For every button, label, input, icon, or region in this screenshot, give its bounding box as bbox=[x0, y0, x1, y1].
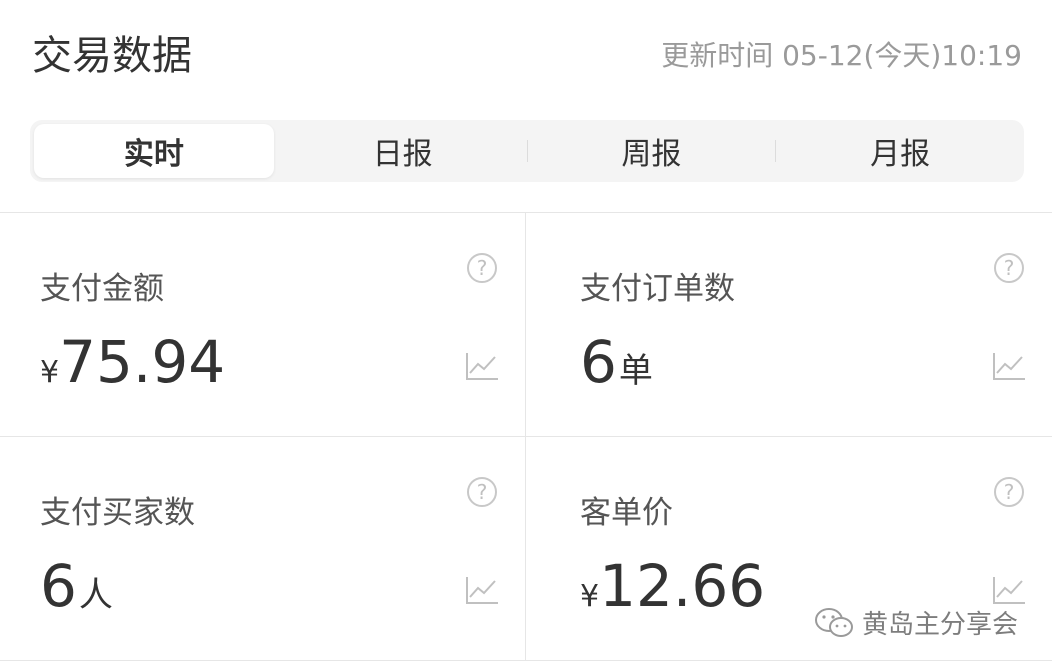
metric-label: 支付订单数 bbox=[580, 271, 735, 307]
line-chart-icon[interactable] bbox=[992, 351, 1026, 381]
period-tabs: 实时 日报 周报 月报 bbox=[30, 120, 1024, 182]
metric-number: 75.94 bbox=[59, 328, 226, 396]
line-chart-icon[interactable] bbox=[992, 575, 1026, 605]
metric-value: 6单 bbox=[580, 327, 653, 412]
metrics-grid: 支付金额 ¥75.94 ? 支付订单数 6单 ? 支付买家数 6人 ? 客单价 … bbox=[0, 212, 1052, 668]
metric-card-buyer-count[interactable]: 支付买家数 6人 ? bbox=[0, 437, 526, 661]
wechat-icon bbox=[814, 607, 853, 637]
currency-symbol: ¥ bbox=[580, 579, 600, 614]
update-time: 更新时间 05-12(今天)10:19 bbox=[661, 39, 1022, 72]
line-chart-icon[interactable] bbox=[465, 351, 499, 381]
tab-daily[interactable]: 日报 bbox=[283, 124, 523, 178]
metric-number: 12.66 bbox=[599, 552, 766, 620]
tab-realtime[interactable]: 实时 bbox=[34, 124, 274, 178]
currency-symbol: ¥ bbox=[40, 355, 60, 390]
metric-label: 支付金额 bbox=[40, 271, 164, 307]
metric-card-payment-amount[interactable]: 支付金额 ¥75.94 ? bbox=[0, 213, 526, 437]
tab-divider bbox=[278, 140, 279, 162]
question-circle-icon[interactable]: ? bbox=[467, 477, 497, 507]
watermark-text: 黄岛主分享会 bbox=[861, 610, 1018, 640]
question-circle-icon[interactable]: ? bbox=[467, 253, 497, 283]
question-circle-icon[interactable]: ? bbox=[994, 253, 1024, 283]
metric-number: 6 bbox=[40, 552, 77, 620]
watermark: 黄岛主分享会 bbox=[814, 604, 1018, 641]
page-title: 交易数据 bbox=[32, 33, 192, 79]
question-circle-icon[interactable]: ? bbox=[994, 477, 1024, 507]
metric-value: ¥75.94 bbox=[40, 327, 227, 412]
metric-unit: 单 bbox=[618, 351, 653, 391]
metric-card-order-count[interactable]: 支付订单数 6单 ? bbox=[526, 213, 1052, 437]
metric-label: 支付买家数 bbox=[40, 495, 195, 531]
tab-divider bbox=[526, 140, 528, 162]
metric-unit: 人 bbox=[78, 575, 113, 615]
metric-value: 6人 bbox=[40, 551, 113, 636]
tab-monthly[interactable]: 月报 bbox=[780, 124, 1020, 178]
line-chart-icon[interactable] bbox=[465, 575, 499, 605]
metric-value: ¥12.66 bbox=[580, 551, 767, 636]
metric-number: 6 bbox=[580, 328, 617, 396]
tab-divider bbox=[775, 140, 777, 162]
tab-weekly[interactable]: 周报 bbox=[532, 124, 772, 178]
metric-label: 客单价 bbox=[580, 495, 673, 531]
header: 交易数据 更新时间 05-12(今天)10:19 bbox=[0, 0, 1052, 112]
